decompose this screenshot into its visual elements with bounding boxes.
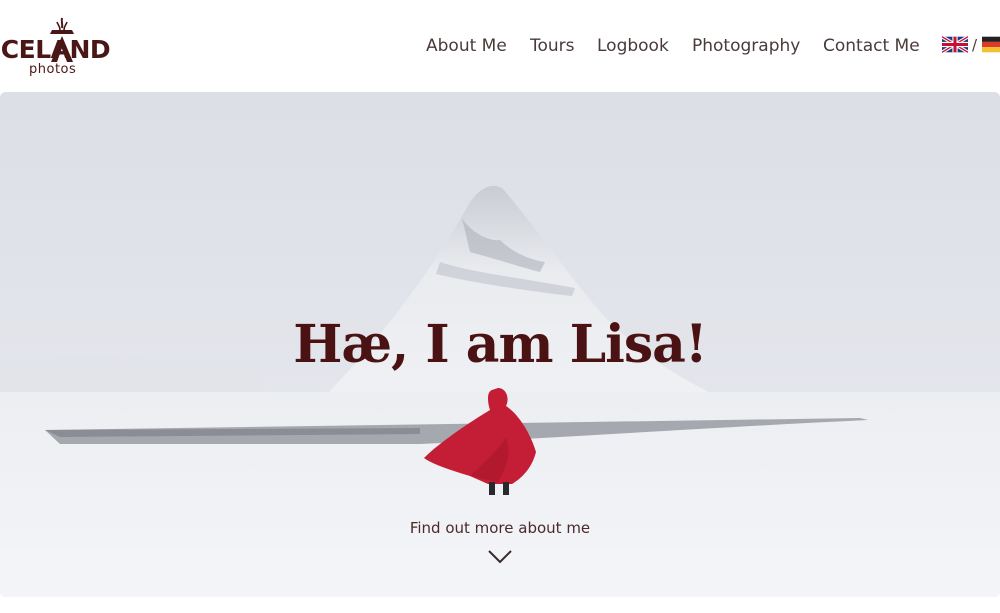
chevron-down-icon[interactable] bbox=[488, 550, 512, 564]
site-logo[interactable]: ICELAND photos bbox=[0, 16, 120, 78]
nav-contact-me[interactable]: Contact Me bbox=[823, 36, 920, 56]
hero-title: Hæ, I am Lisa! bbox=[293, 314, 707, 375]
language-separator: / bbox=[972, 36, 978, 54]
nav-about-me[interactable]: About Me bbox=[426, 36, 507, 56]
nav-logbook[interactable]: Logbook bbox=[597, 36, 669, 56]
site-header: ICELAND photos About Me Tours Logbook Ph… bbox=[0, 0, 1000, 92]
nav-photography[interactable]: Photography bbox=[692, 36, 800, 56]
germany-flag-icon[interactable] bbox=[982, 36, 1000, 53]
hero-section: Hæ, I am Lisa! Find out more about me bbox=[0, 92, 1000, 597]
logo-wordmark: ICELAND bbox=[0, 35, 111, 64]
nav-tours[interactable]: Tours bbox=[530, 36, 575, 56]
logo-subtitle: photos bbox=[29, 62, 77, 77]
uk-flag-icon[interactable] bbox=[942, 36, 968, 53]
find-out-more-link[interactable]: Find out more about me bbox=[0, 519, 1000, 537]
